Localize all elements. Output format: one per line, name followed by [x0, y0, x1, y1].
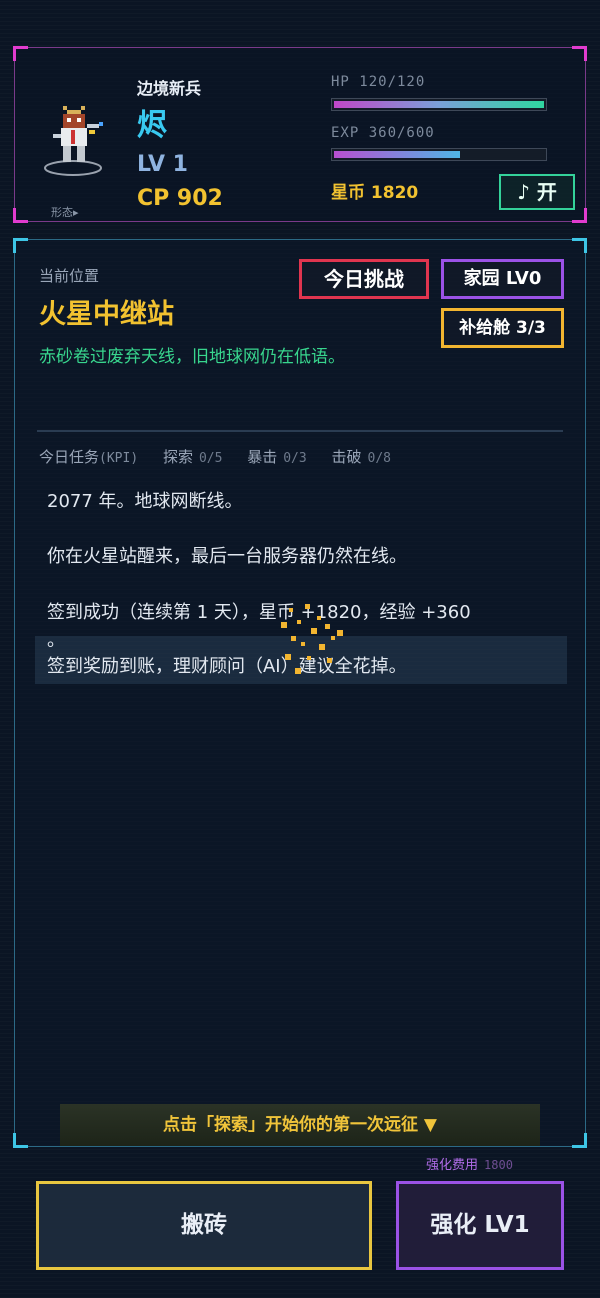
enhance-button[interactable]: 强化 LV1 [396, 1181, 564, 1270]
player-name: 烬 [137, 108, 167, 143]
enhance-cost: 强化费用 1800 [426, 1154, 513, 1173]
supply-pod-button[interactable]: 补给舱 3/3 [441, 308, 564, 348]
form-toggle-link[interactable]: 形态▸ [51, 204, 79, 220]
location-name: 火星中继站 [39, 299, 174, 330]
explore-hint-banner[interactable]: 点击「探索」开始你的第一次远征 ▼ [60, 1104, 540, 1146]
work-button[interactable]: 搬砖 [36, 1181, 372, 1270]
exp-bar [331, 148, 547, 161]
home-button[interactable]: 家园 LV0 [441, 259, 564, 299]
player-status-panel: 形态▸ 边境新兵 烬 LV 1 CP 902 HP 120/120 EXP 36… [13, 46, 587, 223]
coin-sparkle-icon [281, 604, 343, 674]
exp-label: EXP 360/600 [331, 125, 435, 141]
music-toggle-button[interactable]: ♪ 开 [499, 174, 575, 210]
location-label: 当前位置 [39, 267, 100, 285]
player-rank: 边境新兵 [137, 79, 202, 98]
hp-bar-fill [334, 101, 544, 108]
hp-label: HP 120/120 [331, 74, 426, 90]
kpi-defeat-value: 0/8 [367, 451, 391, 466]
player-level: LV 1 [137, 152, 188, 177]
panel-corner [13, 46, 28, 61]
daily-challenge-button[interactable]: 今日挑战 [299, 259, 429, 299]
panel-corner [13, 238, 28, 253]
player-avatar-icon[interactable] [43, 102, 105, 180]
section-divider [37, 430, 563, 432]
kpi-explore-value: 0/5 [198, 451, 223, 466]
log-line: 2077 年。地球网断线。 [47, 491, 243, 512]
panel-corner [572, 238, 587, 253]
combat-power: CP 902 [137, 186, 223, 211]
log-line: 签到成功（连续第 1 天），星币 +1820，经验 +360 [47, 602, 471, 623]
kpi-defeat-label: 击破 [331, 448, 362, 466]
log-line: 。 [47, 630, 65, 651]
panel-corner [572, 208, 587, 223]
panel-corner [572, 46, 587, 61]
log-line: 你在火星站醒来，最后一台服务器仍然在线。 [47, 546, 407, 567]
panel-corner [13, 208, 28, 223]
hp-bar [331, 98, 547, 111]
enhance-cost-value: 1800 [484, 1158, 513, 1172]
kpi-crit-label: 暴击 [247, 448, 278, 466]
kpi-explore-label: 探索 [162, 448, 193, 466]
panel-corner [572, 1133, 587, 1148]
exp-bar-fill [334, 151, 460, 158]
panel-corner [13, 1133, 28, 1148]
location-description: 赤砂卷过废弃天线，旧地球网仍在低语。 [39, 347, 345, 367]
coin-balance: 星币 1820 [331, 183, 419, 203]
enhance-cost-label: 强化费用 [426, 1158, 479, 1173]
daily-kpi-row: 今日任务(KPI) 探索 0/5 暴击 0/3 击破 0/8 [39, 446, 391, 467]
kpi-title-suffix: (KPI) [99, 451, 139, 466]
main-panel: 当前位置 火星中继站 赤砂卷过废弃天线，旧地球网仍在低语。 今日挑战 家园 LV… [13, 238, 587, 1148]
kpi-crit-value: 0/3 [283, 451, 307, 466]
kpi-title: 今日任务 [39, 448, 100, 466]
